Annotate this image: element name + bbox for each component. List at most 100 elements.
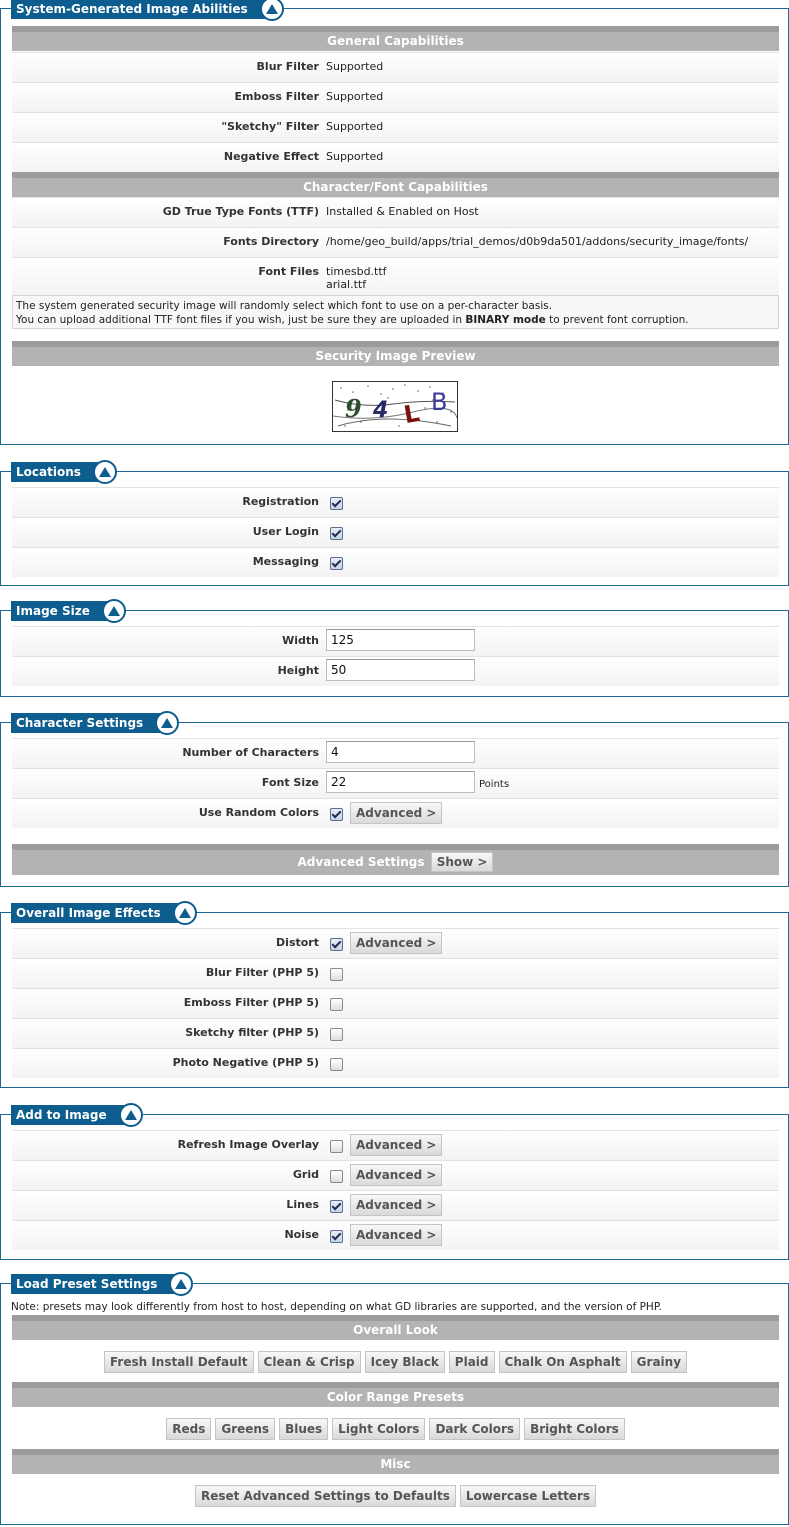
collapse-toggle-icon[interactable] [172, 901, 197, 925]
fonts-directory-row: Fonts Directory/home/geo_build/apps/tria… [12, 227, 779, 257]
preset-greens-button[interactable]: Greens [215, 1418, 276, 1440]
preset-dark-colors-button[interactable]: Dark Colors [429, 1418, 521, 1440]
font-files-label: Font Files [258, 265, 319, 278]
note-line: You can upload additional TTF font files… [16, 314, 466, 326]
font-size-units: Points [479, 779, 510, 790]
effect-label: Blur Filter (PHP 5) [205, 966, 319, 979]
preset-fresh-install-button[interactable]: Fresh Install Default [103, 1351, 254, 1373]
messaging-checkbox[interactable] [330, 557, 343, 570]
collapse-toggle-icon[interactable] [259, 0, 284, 21]
noise-checkbox[interactable] [330, 1230, 343, 1243]
advanced-settings-label: Advanced Settings [297, 855, 425, 869]
color-range-header: Color Range Presets [12, 1382, 779, 1407]
preset-blues-button[interactable]: Blues [279, 1418, 329, 1440]
add-to-image-section: Add to Image Refresh Image Overlay Advanc… [0, 1103, 789, 1260]
collapse-toggle-icon[interactable] [118, 1103, 143, 1127]
preset-bright-colors-button[interactable]: Bright Colors [524, 1418, 625, 1440]
image-effects-section: Overall Image Effects Distort Advanced > … [0, 901, 789, 1088]
overall-look-buttons: Fresh Install Default Clean & Crisp Icey B… [12, 1351, 779, 1373]
photo-negative-checkbox[interactable] [330, 1058, 343, 1071]
image-size-section: Image Size Width 125 Height 50 [0, 599, 789, 697]
width-label: Width [282, 634, 319, 647]
capability-label: Negative Effect [223, 150, 319, 163]
effect-label: Distort [276, 936, 319, 949]
section-legend: Load Preset Settings [11, 1272, 194, 1296]
section-title: Load Preset Settings [16, 1277, 158, 1291]
section-legend: Overall Image Effects [11, 901, 197, 925]
grid-advanced-button[interactable]: Advanced > [350, 1164, 443, 1186]
distort-advanced-button[interactable]: Advanced > [350, 932, 443, 954]
location-row-user-login: User Login [12, 517, 779, 547]
preset-light-colors-button[interactable]: Light Colors [332, 1418, 426, 1440]
preset-icey-black-button[interactable]: Icey Black [364, 1351, 445, 1373]
sketchy-filter-checkbox[interactable] [330, 1028, 343, 1041]
capability-value: Supported [326, 90, 384, 103]
security-preview-header: Security Image Preview [12, 341, 779, 366]
lines-checkbox[interactable] [330, 1200, 343, 1213]
preset-grainy-button[interactable]: Grainy [630, 1351, 688, 1373]
random-colors-advanced-button[interactable]: Advanced > [350, 802, 443, 824]
advanced-settings-show-button[interactable]: Show > [430, 852, 494, 872]
reset-advanced-settings-button[interactable]: Reset Advanced Settings to Defaults [194, 1485, 456, 1507]
add-label: Noise [284, 1228, 319, 1241]
section-legend: Image Size [11, 599, 126, 623]
ttf-value: Installed & Enabled on Host [326, 205, 479, 218]
refresh-overlay-row: Refresh Image Overlay Advanced > [12, 1130, 779, 1160]
refresh-overlay-advanced-button[interactable]: Advanced > [350, 1134, 443, 1156]
preset-clean-crisp-button[interactable]: Clean & Crisp [257, 1351, 361, 1373]
emboss-filter-checkbox[interactable] [330, 998, 343, 1011]
collapse-toggle-icon[interactable] [155, 711, 180, 735]
font-size-row: Font Size 22 Points [12, 768, 779, 798]
font-size-input[interactable]: 22 [326, 771, 475, 793]
width-row: Width 125 [12, 626, 779, 656]
section-legend: Add to Image [11, 1103, 143, 1127]
capability-value: Supported [326, 150, 384, 163]
registration-checkbox[interactable] [330, 497, 343, 510]
lines-advanced-button[interactable]: Advanced > [350, 1194, 443, 1216]
random-colors-checkbox[interactable] [330, 808, 343, 821]
location-label: Registration [242, 495, 319, 508]
height-label: Height [277, 664, 319, 677]
num-characters-label: Number of Characters [182, 746, 319, 759]
num-characters-input[interactable]: 4 [326, 741, 475, 763]
user-login-checkbox[interactable] [330, 527, 343, 540]
general-capabilities-header: General Capabilities [12, 26, 779, 51]
collapse-toggle-icon[interactable] [101, 599, 126, 623]
lowercase-letters-button[interactable]: Lowercase Letters [459, 1485, 597, 1507]
add-label: Refresh Image Overlay [177, 1138, 319, 1151]
locations-section: Locations Registration User Login Messag… [0, 460, 789, 586]
blur-filter-checkbox[interactable] [330, 968, 343, 981]
note-bold: BINARY mode [465, 314, 546, 326]
sketchy-filter-row: Sketchy filter (PHP 5) [12, 1018, 779, 1048]
collapse-toggle-icon[interactable] [169, 1272, 194, 1296]
section-title: Overall Image Effects [16, 906, 161, 920]
misc-header: Misc [12, 1449, 779, 1474]
captcha-char: 9 [345, 394, 362, 423]
ttf-row: GD True Type Fonts (TTF) Installed & Enab… [12, 197, 779, 227]
ttf-label: GD True Type Fonts (TTF) [162, 205, 319, 218]
font-capabilities-header: Character/Font Capabilities [12, 172, 779, 197]
lines-row: Lines Advanced > [12, 1190, 779, 1220]
width-input[interactable]: 125 [326, 629, 475, 651]
preset-plaid-button[interactable]: Plaid [448, 1351, 495, 1373]
distort-checkbox[interactable] [330, 938, 343, 951]
height-input[interactable]: 50 [326, 659, 475, 681]
location-row-registration: Registration [12, 487, 779, 517]
noise-advanced-button[interactable]: Advanced > [350, 1224, 443, 1246]
section-title: Locations [16, 465, 81, 479]
grid-row: Grid Advanced > [12, 1160, 779, 1190]
blur-filter-row: Blur Filter (PHP 5) [12, 958, 779, 988]
refresh-overlay-checkbox[interactable] [330, 1140, 343, 1153]
section-title: System-Generated Image Abilities [16, 2, 248, 16]
character-settings-section: Character Settings Number of Characters 4… [0, 711, 789, 887]
preset-reds-button[interactable]: Reds [166, 1418, 212, 1440]
preset-chalk-asphalt-button[interactable]: Chalk On Asphalt [498, 1351, 627, 1373]
section-legend: Character Settings [11, 711, 180, 735]
capability-row: "Sketchy" Filter Supported [12, 112, 779, 142]
note-line: to prevent font corruption. [545, 314, 689, 326]
captcha-char: 4 [373, 398, 389, 423]
random-colors-label: Use Random Colors [198, 806, 319, 819]
section-title: Add to Image [16, 1108, 107, 1122]
collapse-toggle-icon[interactable] [92, 460, 117, 484]
grid-checkbox[interactable] [330, 1170, 343, 1183]
